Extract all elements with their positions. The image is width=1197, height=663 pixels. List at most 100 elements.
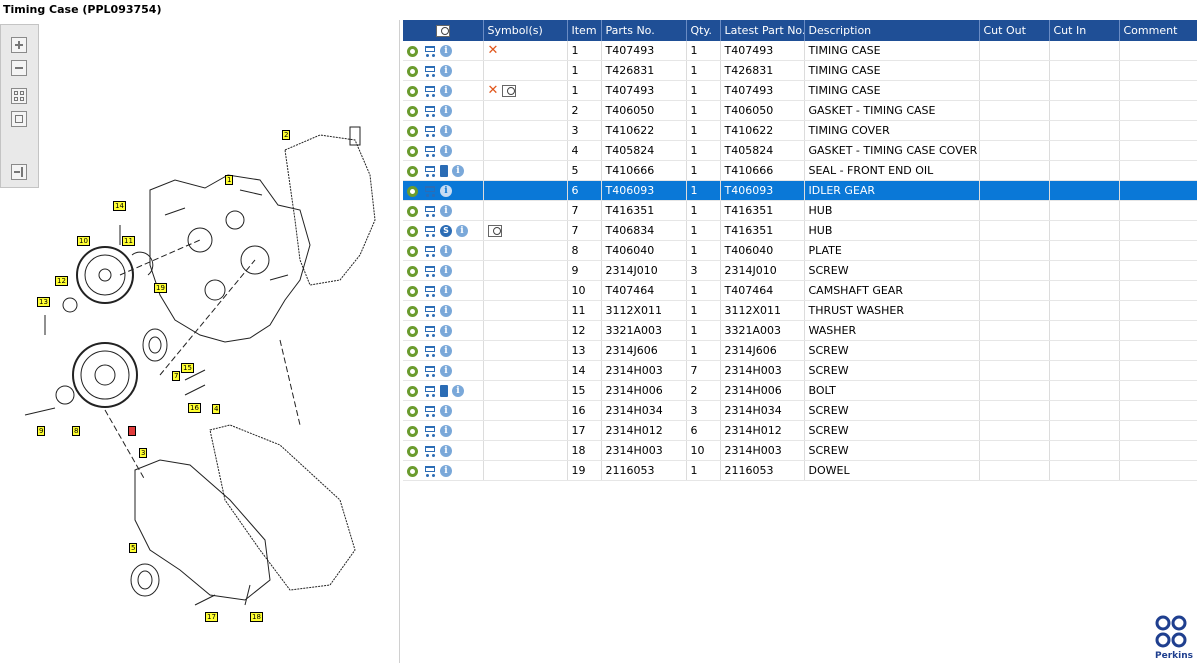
info-icon[interactable]: i bbox=[452, 165, 464, 177]
table-row[interactable]: i 3 T410622 1 T410622 TIMING COVER bbox=[403, 120, 1197, 141]
callout-18[interactable]: 18 bbox=[250, 612, 263, 622]
info-icon[interactable]: i bbox=[440, 465, 452, 477]
table-row[interactable]: i 17 2314H012 6 2314H012 SCREW bbox=[403, 420, 1197, 441]
header-cut-out[interactable]: Cut Out bbox=[979, 20, 1050, 41]
callout-11[interactable]: 11 bbox=[122, 236, 135, 246]
cart-icon[interactable] bbox=[422, 425, 436, 437]
header-description[interactable]: Description bbox=[804, 20, 980, 41]
configure-icon[interactable] bbox=[407, 425, 418, 437]
cart-icon[interactable] bbox=[422, 145, 436, 157]
callout-5[interactable]: 5 bbox=[129, 543, 138, 553]
configure-icon[interactable] bbox=[407, 285, 418, 297]
callout-8[interactable]: 8 bbox=[72, 426, 81, 436]
cart-icon[interactable] bbox=[422, 165, 436, 177]
header-latest-part-no[interactable]: Latest Part No. bbox=[720, 20, 805, 41]
info-icon[interactable]: i bbox=[440, 145, 452, 157]
callout-14[interactable]: 14 bbox=[113, 201, 126, 211]
removed-x-icon[interactable]: ✕ bbox=[488, 44, 499, 57]
parts-grid[interactable]: Symbol(s) Item Parts No. Qty. Latest Par… bbox=[403, 20, 1197, 481]
book-icon[interactable] bbox=[440, 385, 448, 397]
magnifier-icon[interactable] bbox=[435, 25, 450, 37]
callout-4[interactable]: 4 bbox=[212, 404, 221, 414]
cart-icon[interactable] bbox=[422, 245, 436, 257]
configure-icon[interactable] bbox=[407, 325, 418, 337]
cart-icon[interactable] bbox=[422, 85, 436, 97]
configure-icon[interactable] bbox=[407, 125, 418, 137]
callout-6[interactable]: 6 bbox=[128, 426, 137, 436]
info-icon[interactable]: i bbox=[440, 45, 452, 57]
table-row[interactable]: i 13 2314J606 1 2314J606 SCREW bbox=[403, 340, 1197, 361]
info-icon[interactable]: i bbox=[440, 185, 452, 197]
cart-icon[interactable] bbox=[422, 405, 436, 417]
header-search-column[interactable] bbox=[403, 20, 484, 41]
header-comment[interactable]: Comment bbox=[1119, 20, 1197, 41]
zoom-in-icon[interactable] bbox=[11, 37, 27, 53]
info-icon[interactable]: i bbox=[440, 425, 452, 437]
configure-icon[interactable] bbox=[407, 245, 418, 257]
cart-icon[interactable] bbox=[422, 285, 436, 297]
configure-icon[interactable] bbox=[407, 405, 418, 417]
callout-12[interactable]: 12 bbox=[55, 276, 68, 286]
callout-2[interactable]: 2 bbox=[282, 130, 291, 140]
cart-icon[interactable] bbox=[422, 445, 436, 457]
header-cut-in[interactable]: Cut In bbox=[1049, 20, 1120, 41]
table-row[interactable]: i 1 T426831 1 T426831 TIMING CASE bbox=[403, 60, 1197, 81]
table-row[interactable]: i 11 3112X011 1 3112X011 THRUST WASHER bbox=[403, 300, 1197, 321]
info-icon[interactable]: i bbox=[440, 305, 452, 317]
info-icon[interactable]: i bbox=[440, 65, 452, 77]
cart-icon[interactable] bbox=[422, 185, 436, 197]
cart-icon[interactable] bbox=[422, 265, 436, 277]
cart-icon[interactable] bbox=[422, 225, 436, 237]
configure-icon[interactable] bbox=[407, 85, 418, 97]
header-parts-no[interactable]: Parts No. bbox=[601, 20, 687, 41]
callout-3[interactable]: 3 bbox=[139, 448, 148, 458]
callout-19[interactable]: 19 bbox=[154, 283, 167, 293]
info-icon[interactable]: i bbox=[440, 85, 452, 97]
removed-x-icon[interactable]: ✕ bbox=[488, 84, 499, 97]
magnifier-icon[interactable] bbox=[487, 225, 502, 237]
info-icon[interactable]: i bbox=[440, 105, 452, 117]
info-icon[interactable]: i bbox=[440, 245, 452, 257]
cart-icon[interactable] bbox=[422, 205, 436, 217]
table-row[interactable]: i 2 T406050 1 T406050 GASKET - TIMING CASE bbox=[403, 100, 1197, 121]
cart-icon[interactable] bbox=[422, 45, 436, 57]
callout-9[interactable]: 9 bbox=[37, 426, 46, 436]
configure-icon[interactable] bbox=[407, 345, 418, 357]
table-row[interactable]: i ✕ 1 T407493 1 T407493 TIMING CASE bbox=[403, 80, 1197, 101]
callout-16[interactable]: 16 bbox=[188, 403, 201, 413]
header-item[interactable]: Item bbox=[567, 20, 602, 41]
info-icon[interactable]: i bbox=[440, 265, 452, 277]
table-row[interactable]: i 12 3321A003 1 3321A003 WASHER bbox=[403, 320, 1197, 341]
cart-icon[interactable] bbox=[422, 325, 436, 337]
table-row[interactable]: i 6 T406093 1 T406093 IDLER GEAR bbox=[403, 180, 1197, 201]
table-row[interactable]: i 8 T406040 1 T406040 PLATE bbox=[403, 240, 1197, 261]
callout-7[interactable]: 7 bbox=[172, 371, 181, 381]
table-row[interactable]: i 7 T416351 1 T416351 HUB bbox=[403, 200, 1197, 221]
info-icon[interactable]: i bbox=[440, 285, 452, 297]
info-icon[interactable]: i bbox=[452, 385, 464, 397]
info-icon[interactable]: i bbox=[440, 445, 452, 457]
callout-17[interactable]: 17 bbox=[205, 612, 218, 622]
cart-icon[interactable] bbox=[422, 345, 436, 357]
configure-icon[interactable] bbox=[407, 385, 418, 397]
cart-icon[interactable] bbox=[422, 385, 436, 397]
configure-icon[interactable] bbox=[407, 105, 418, 117]
configure-icon[interactable] bbox=[407, 305, 418, 317]
callout-1[interactable]: 1 bbox=[225, 175, 234, 185]
configure-icon[interactable] bbox=[407, 265, 418, 277]
table-row[interactable]: i 14 2314H003 7 2314H003 SCREW bbox=[403, 360, 1197, 381]
table-row[interactable]: i 9 2314J010 3 2314J010 SCREW bbox=[403, 260, 1197, 281]
table-row[interactable]: i 5 T410666 1 T410666 SEAL - FRONT END OIL bbox=[403, 160, 1197, 181]
info-icon[interactable]: i bbox=[440, 205, 452, 217]
configure-icon[interactable] bbox=[407, 225, 418, 237]
cart-icon[interactable] bbox=[422, 365, 436, 377]
table-row[interactable]: i 19 2116053 1 2116053 DOWEL bbox=[403, 460, 1197, 481]
callout-15[interactable]: 15 bbox=[181, 363, 194, 373]
info-icon[interactable]: i bbox=[440, 405, 452, 417]
info-icon[interactable]: i bbox=[440, 365, 452, 377]
table-row[interactable]: i 16 2314H034 3 2314H034 SCREW bbox=[403, 400, 1197, 421]
configure-icon[interactable] bbox=[407, 145, 418, 157]
configure-icon[interactable] bbox=[407, 165, 418, 177]
cart-icon[interactable] bbox=[422, 305, 436, 317]
configure-icon[interactable] bbox=[407, 465, 418, 477]
